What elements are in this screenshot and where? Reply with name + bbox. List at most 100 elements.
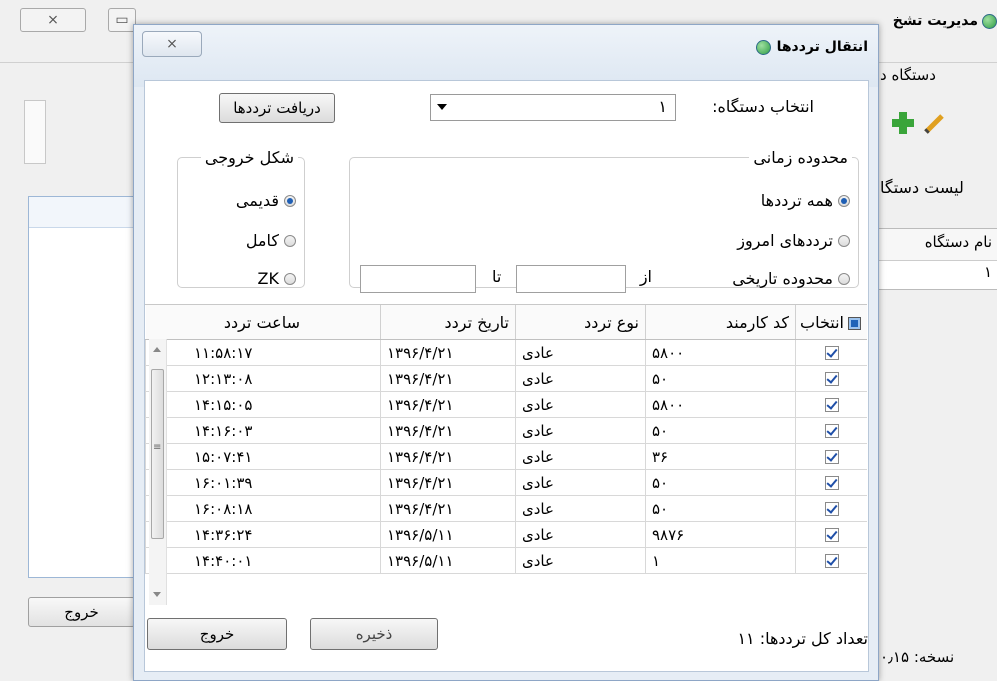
record-date-cell: ۱۳۹۶/۴/۲۱ [380,417,516,444]
record-date-cell: ۱۳۹۶/۴/۲۱ [380,391,516,418]
output-format-group: شکل خروجی قدیمی کامل ZK [177,148,305,288]
bg-window-title: مدیریت تشخ [880,10,997,32]
dialog-title: انتقال ترددها [755,39,868,55]
output-option-label: ZK [257,269,279,288]
bg-left-list-row[interactable] [29,197,134,228]
row-checkbox[interactable] [824,554,839,568]
table-row[interactable]: ۵۰ عادی ۱۳۹۶/۴/۲۱ ۱۴:۱۶:۰۳ [145,417,867,444]
record-date-cell: ۱۳۹۶/۴/۲۱ [380,495,516,522]
output-option-label: کامل [245,231,279,250]
table-row[interactable]: ۳۶ عادی ۱۳۹۶/۴/۲۱ ۱۵:۰۷:۴۱ [145,443,867,470]
bg-exit-button[interactable]: خروج [28,597,135,627]
edit-pencil-icon[interactable] [922,110,948,136]
row-select-cell [795,521,867,548]
radio-unselected-icon [284,272,296,285]
output-radio-old[interactable]: قدیمی [236,191,296,210]
range-option-label: همه ترددها [760,191,833,210]
add-icon[interactable] [890,110,916,136]
output-format-legend: شکل خروجی [204,148,294,167]
record-type-cell: عادی [515,443,646,470]
table-row[interactable]: ۵۸۰۰ عادی ۱۳۹۶/۴/۲۱ ۱۴:۱۵:۰۵ [145,391,867,418]
col-time-header[interactable]: ساعت تردد [145,305,381,340]
table-row[interactable]: ۵۰ عادی ۱۳۹۶/۴/۲۱ ۱۶:۰۱:۳۹ [145,469,867,496]
row-select-cell [795,391,867,418]
row-select-cell [795,547,867,574]
record-date-cell: ۱۳۹۶/۴/۲۱ [380,469,516,496]
employee-code-cell: ۱ [645,547,796,574]
save-button[interactable]: ذخیره [310,618,438,650]
range-option-label: ترددهای امروز [737,231,833,250]
record-time-cell: ۱۱:۵۸:۱۷ [145,339,381,366]
col-select-header[interactable]: انتخاب [795,305,867,340]
records-table: انتخاب کد کارمند نوع تردد تاریخ تردد ساع… [145,305,867,574]
row-select-cell [795,443,867,470]
range-radio-today[interactable]: ترددهای امروز [737,231,850,250]
scroll-up-icon[interactable] [153,347,161,352]
exit-button[interactable]: خروج [147,618,287,650]
row-checkbox[interactable] [824,424,839,438]
bg-toolbar [890,110,948,136]
dialog-close-button[interactable]: ⨯ [142,31,202,57]
radio-selected-icon [838,194,850,207]
device-select-label: انتخاب دستگاه: [712,97,814,116]
dialog-titlebar: ⨯ انتقال ترددها [134,25,878,87]
record-date-cell: ۱۳۹۶/۵/۱۱ [380,547,516,574]
employee-code-cell: ۹۸۷۶ [645,521,796,548]
dialog-body: دریافت ترددها ۱ انتخاب دستگاه: شکل خروجی… [144,80,869,672]
col-type-header[interactable]: نوع تردد [515,305,646,340]
table-row[interactable]: ۹۸۷۶ عادی ۱۳۹۶/۵/۱۱ ۱۴:۳۶:۲۴ [145,521,867,548]
row-checkbox[interactable] [824,450,839,464]
range-radio-custom[interactable]: محدوده تاریخی [732,269,850,288]
table-row[interactable]: ۵۸۰۰ عادی ۱۳۹۶/۴/۲۱ ۱۱:۵۸:۱۷ [145,339,867,366]
bg-table-row[interactable]: ۱ [876,261,997,285]
restore-icon: ▭ [115,12,129,28]
device-select[interactable]: ۱ [430,94,676,121]
table-row[interactable]: ۱ عادی ۱۳۹۶/۵/۱۱ ۱۴:۴۰:۰۱ [145,547,867,574]
row-select-cell [795,495,867,522]
row-checkbox[interactable] [824,398,839,412]
record-type-cell: عادی [515,365,646,392]
radio-selected-icon [284,194,296,207]
row-checkbox[interactable] [824,502,839,516]
employee-code-cell: ۵۸۰۰ [645,339,796,366]
chevron-down-icon [437,104,447,110]
from-date-input[interactable] [516,265,626,293]
record-time-cell: ۱۵:۰۷:۴۱ [145,443,381,470]
bg-device-list-label: لیست دستگا [880,178,964,197]
to-date-input[interactable] [360,265,476,293]
radio-unselected-icon [838,234,850,247]
record-time-cell: ۱۴:۴۰:۰۱ [145,547,381,574]
globe-icon [755,39,771,55]
close-icon: ⨯ [47,12,59,28]
row-checkbox[interactable] [824,476,839,490]
bg-menu-item[interactable]: دستگاه د [880,66,936,84]
grid-vertical-scrollbar[interactable] [149,339,167,605]
select-all-checkbox[interactable] [848,316,861,330]
row-checkbox[interactable] [824,346,839,360]
records-grid: انتخاب کد کارمند نوع تردد تاریخ تردد ساع… [145,304,867,605]
output-radio-zk[interactable]: ZK [258,269,296,288]
col-date-header[interactable]: تاریخ تردد [380,305,516,340]
bg-collapsed-panel [24,100,46,164]
from-label: از [639,267,652,286]
output-radio-full[interactable]: کامل [246,231,296,250]
record-date-cell: ۱۳۹۶/۴/۲۱ [380,365,516,392]
table-row[interactable]: ۵۰ عادی ۱۳۹۶/۴/۲۱ ۱۲:۱۳:۰۸ [145,365,867,392]
employee-code-cell: ۵۰ [645,495,796,522]
output-option-label: قدیمی [235,191,279,210]
record-date-cell: ۱۳۹۶/۴/۲۱ [380,443,516,470]
fetch-records-button[interactable]: دریافت ترددها [219,93,335,123]
scroll-down-icon[interactable] [153,592,161,597]
record-type-cell: عادی [515,547,646,574]
row-checkbox[interactable] [824,372,839,386]
record-time-cell: ۱۴:۱۶:۰۳ [145,417,381,444]
col-employee-code-header[interactable]: کد کارمند [645,305,796,340]
row-checkbox[interactable] [824,528,839,542]
bg-device-table: نام دستگاه ۱ [875,228,997,290]
device-select-value: ۱ [658,97,667,116]
table-row[interactable]: ۵۰ عادی ۱۳۹۶/۴/۲۱ ۱۶:۰۸:۱۸ [145,495,867,522]
scroll-thumb[interactable] [151,369,164,539]
bg-close-button[interactable]: ⨯ [20,8,86,32]
range-radio-all[interactable]: همه ترددها [761,191,850,210]
bg-restore-button[interactable]: ▭ [108,8,136,32]
